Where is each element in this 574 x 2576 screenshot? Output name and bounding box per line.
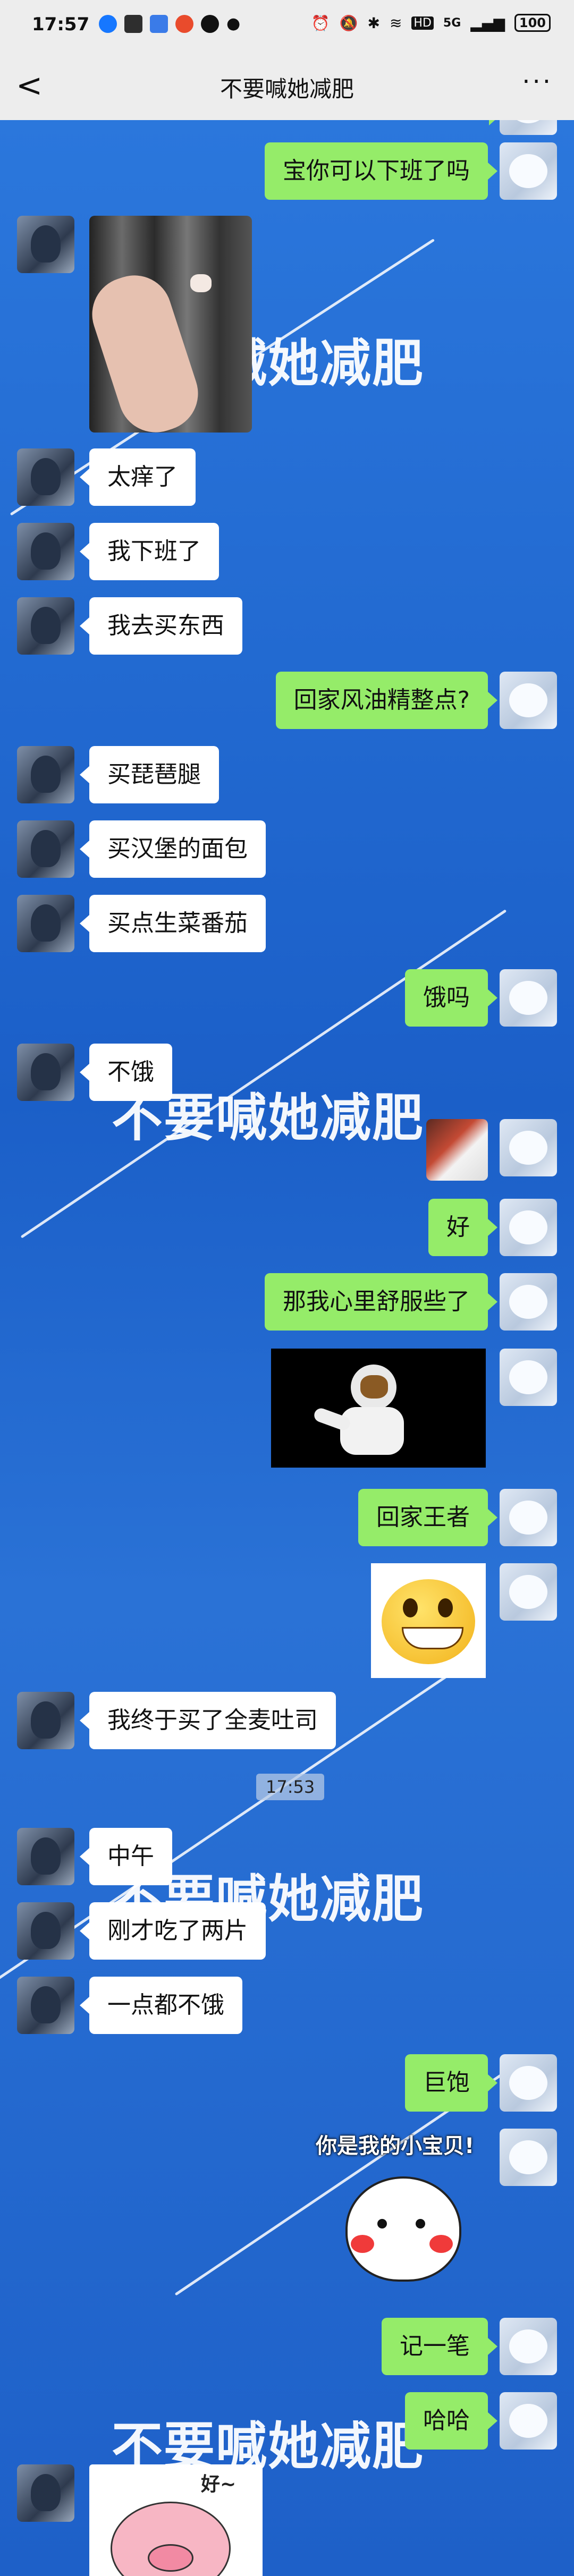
message-bubble[interactable]: 哈哈 — [405, 2392, 497, 2450]
more-notifications-icon: ● — [226, 14, 241, 33]
alipay-icon — [99, 15, 117, 33]
astronaut-sticker[interactable] — [271, 1349, 486, 1468]
contact-avatar[interactable] — [17, 2464, 74, 2522]
message-bubble[interactable]: 饿吗 — [405, 969, 497, 1027]
bear-eye — [377, 2219, 387, 2228]
contact-avatar[interactable] — [17, 448, 74, 506]
my-avatar[interactable] — [500, 1273, 557, 1331]
message-bubble[interactable]: 我去买东西 — [80, 597, 242, 655]
translate-icon — [124, 15, 142, 33]
signal-icon: ▂▄▆ — [470, 14, 505, 32]
chat-header: < 不要喊她减肥 ··· — [0, 51, 574, 121]
my-avatar[interactable] — [500, 2392, 557, 2450]
bear-cheek — [351, 2235, 374, 2253]
message-bubble[interactable]: 我终于买了全麦吐司 — [80, 1692, 336, 1749]
message-bubble[interactable]: 买汉堡的面包 — [80, 820, 266, 878]
message-bubble[interactable]: 买点生菜番茄 — [80, 895, 266, 952]
bear-eye — [416, 2219, 425, 2228]
my-avatar[interactable] — [500, 1349, 557, 1406]
bear-face — [345, 2176, 461, 2282]
message-bubble[interactable]: 中午 — [80, 1828, 172, 1885]
message-bubble[interactable]: 回家风油精整点? — [275, 672, 498, 729]
contact-avatar[interactable] — [17, 1828, 74, 1885]
message-bubble[interactable]: 买琵琶腿 — [80, 746, 219, 803]
news-icon — [150, 15, 168, 33]
mute-icon: 🔕 — [339, 14, 358, 32]
message-timestamp: 17:53 — [256, 1774, 325, 1800]
my-avatar[interactable] — [500, 1563, 557, 1621]
contact-avatar[interactable] — [17, 895, 74, 952]
my-avatar[interactable] — [500, 1119, 557, 1176]
message-bubble[interactable]: 回家王者 — [358, 1489, 497, 1546]
signal-label: 5G — [443, 16, 461, 30]
tiktok-icon — [201, 15, 219, 33]
my-avatar[interactable] — [500, 2054, 557, 2112]
notification-icons: ● — [99, 15, 240, 33]
contact-avatar[interactable] — [17, 523, 74, 580]
my-avatar[interactable] — [500, 142, 557, 200]
message-bubble[interactable]: 好 — [428, 1199, 497, 1256]
battery-icon: 100 — [514, 14, 551, 32]
my-avatar[interactable] — [500, 1489, 557, 1546]
contact-avatar[interactable] — [17, 820, 74, 878]
status-right: ⏰ 🔕 ✱ ≋ HD 5G ▂▄▆ 100 — [311, 14, 551, 32]
my-avatar[interactable] — [500, 1199, 557, 1256]
weibo-icon — [175, 15, 193, 33]
sticker-caption: 你是我的小宝贝! — [316, 2134, 475, 2158]
my-avatar[interactable] — [500, 2129, 557, 2186]
bear-sticker[interactable]: 你是我的小宝贝! — [314, 2129, 489, 2304]
contact-avatar[interactable] — [17, 1044, 74, 1101]
pig-sticker[interactable]: 好~ — [89, 2464, 263, 2576]
pig-snout — [148, 2544, 193, 2572]
message-bubble[interactable]: 刚才吃了两片 — [80, 1902, 266, 1960]
contact-avatar[interactable] — [17, 1977, 74, 2034]
chat-title: 不要喊她减肥 — [220, 76, 354, 102]
message-bubble[interactable]: 一点都不饿 — [80, 1977, 242, 2034]
alarm-icon: ⏰ — [311, 14, 330, 32]
message-bubble[interactable]: 不饿 — [80, 1044, 172, 1101]
message-list[interactable]: 不要喊她减肥 不要喊她减肥 不要喊她减肥 不要喊她减肥 宝你可以下班了吗 太痒了… — [0, 120, 574, 2576]
contact-avatar[interactable] — [17, 597, 74, 655]
status-time: 17:57 — [32, 14, 90, 35]
my-avatar[interactable] — [500, 969, 557, 1027]
contact-avatar[interactable] — [17, 216, 74, 273]
message-bubble[interactable]: 太痒了 — [80, 448, 196, 506]
message-bubble[interactable]: 我下班了 — [80, 523, 219, 580]
message-bubble[interactable]: 记一笔 — [382, 2318, 497, 2375]
message-bubble[interactable]: 宝你可以下班了吗 — [265, 142, 497, 200]
contact-avatar[interactable] — [17, 1692, 74, 1749]
bear-cheek — [429, 2235, 453, 2253]
sticker-caption: 好~ — [201, 2473, 237, 2495]
message-bubble[interactable]: 那我心里舒服些了 — [265, 1273, 497, 1331]
contact-avatar[interactable] — [17, 746, 74, 803]
wifi-icon: ≋ — [389, 14, 402, 32]
hand-photo[interactable] — [89, 216, 252, 433]
my-avatar[interactable] — [500, 120, 557, 135]
small-sticker[interactable] — [426, 1119, 488, 1181]
my-avatar[interactable] — [500, 2318, 557, 2375]
more-options-button[interactable]: ··· — [522, 67, 553, 97]
bluetooth-icon: ✱ — [367, 14, 380, 32]
status-bar: 17:57 ● ⏰ 🔕 ✱ ≋ HD 5G ▂▄▆ 100 — [0, 0, 574, 51]
hd-icon: HD — [411, 16, 434, 30]
contact-avatar[interactable] — [17, 1902, 74, 1960]
my-avatar[interactable] — [500, 672, 557, 729]
grin-emoji-sticker[interactable] — [371, 1563, 486, 1678]
message-bubble[interactable]: 巨饱 — [405, 2054, 497, 2112]
